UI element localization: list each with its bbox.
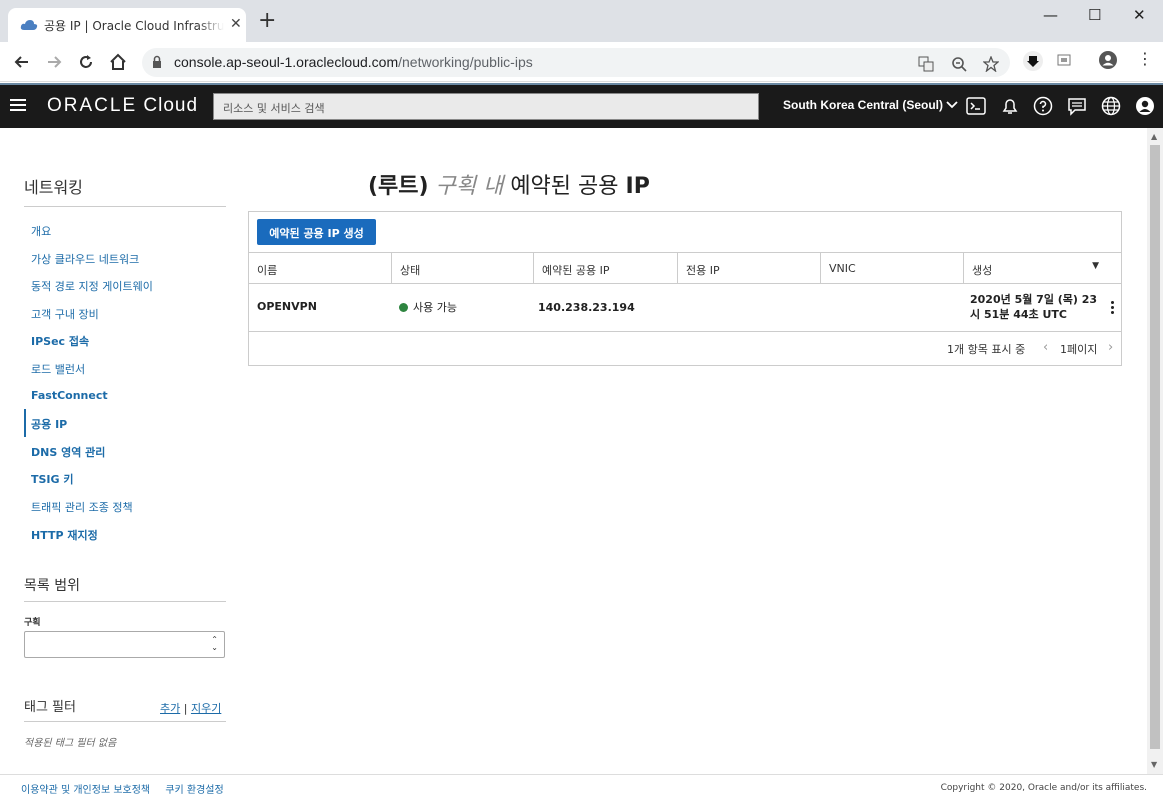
page-indicator: 1페이지: [1060, 343, 1098, 356]
list-scope-title: 목록 범위: [24, 578, 80, 594]
copyright-text: Copyright © 2020, Oracle and/or its affi…: [940, 783, 1147, 793]
extension-download-icon[interactable]: [1022, 50, 1044, 72]
divider: [24, 601, 226, 602]
compartment-label: 구획: [24, 618, 41, 628]
column-header-vnic[interactable]: VNIC: [820, 253, 963, 284]
browser-toolbar: console.ap-seoul-1.oraclecloud.com/netwo…: [0, 42, 1163, 82]
region-selector[interactable]: South Korea Central (Seoul): [783, 98, 958, 112]
sidebar-item-drg[interactable]: 동적 경로 지정 게이트웨이: [24, 271, 226, 299]
profile-icon[interactable]: [1098, 50, 1118, 70]
notifications-bell-icon[interactable]: [1000, 96, 1020, 116]
sort-descending-icon[interactable]: ▼: [1092, 261, 1099, 271]
sidebar-item-tsig[interactable]: TSIG 키: [24, 464, 226, 492]
column-header-status[interactable]: 상태: [391, 253, 533, 284]
home-icon[interactable]: [108, 52, 128, 72]
bookmark-star-icon[interactable]: [983, 56, 999, 72]
language-globe-icon[interactable]: [1101, 96, 1121, 116]
sidebar-item-ipsec[interactable]: IPSec 접속: [24, 326, 226, 354]
hamburger-menu-icon[interactable]: [10, 99, 26, 111]
zoom-icon[interactable]: [951, 56, 967, 72]
terms-privacy-link[interactable]: 이용약관 및 개인정보 보호정책: [21, 785, 150, 796]
compartment-select[interactable]: ⌃ ⌄: [24, 631, 225, 658]
column-header-name[interactable]: 이름: [249, 253, 391, 284]
help-icon[interactable]: [1033, 96, 1053, 116]
next-page-icon[interactable]: ›: [1108, 340, 1113, 355]
tag-add-link[interactable]: 추가: [160, 702, 180, 715]
sidebar-item-cpe[interactable]: 고객 구내 장비: [24, 299, 226, 327]
sidebar-item-http-redirect[interactable]: HTTP 재지정: [24, 520, 226, 548]
search-input[interactable]: 리소스 및 서비스 검색: [213, 93, 759, 120]
forward-icon[interactable]: [44, 52, 64, 72]
cloud-shell-icon[interactable]: [966, 96, 986, 116]
item-count: 1개 항목 표시 중: [947, 343, 1026, 356]
row-public-ip: 140.238.23.194: [538, 301, 635, 314]
sidebar-item-traffic-steering[interactable]: 트래픽 관리 조종 정책: [24, 492, 226, 520]
browser-tab[interactable]: 공용 IP | Oracle Cloud Infrastructure ✕: [8, 8, 246, 42]
url-text: console.ap-seoul-1.oraclecloud.com/netwo…: [174, 54, 533, 70]
status-available-icon: [399, 303, 408, 312]
browser-tab-bar: 공용 IP | Oracle Cloud Infrastructure ✕ + …: [0, 0, 1163, 42]
sidebar-nav: 개요 가상 클라우드 네트워크 동적 경로 지정 게이트웨이 고객 구내 장비 …: [24, 216, 226, 547]
row-created: 2020년 5월 7일 (목) 23 시 51분 44초 UTC: [970, 293, 1098, 321]
table-header: 이름 상태 예약된 공용 IP 전용 IP VNIC 생성 ▼: [249, 252, 1121, 284]
scroll-up-icon[interactable]: ▲: [1151, 132, 1157, 141]
divider: [24, 206, 226, 207]
minimize-icon[interactable]: —: [1043, 6, 1058, 24]
window-close-icon[interactable]: ✕: [1133, 6, 1146, 24]
previous-page-icon[interactable]: ‹: [1043, 340, 1048, 355]
cloud-icon: [20, 20, 38, 30]
cookie-preferences-link[interactable]: 쿠키 환경설정: [165, 785, 223, 796]
row-actions-kebab-icon[interactable]: [1111, 301, 1114, 316]
chevron-down-icon: [946, 101, 958, 109]
table-row: OPENVPN 사용 가능 140.238.23.194 2020년 5월 7일…: [249, 284, 1121, 332]
pagination: 1개 항목 표시 중 ‹ 1페이지 ›: [249, 333, 1121, 365]
scroll-down-icon[interactable]: ▼: [1151, 760, 1157, 769]
sidebar-item-load-balancer[interactable]: 로드 밸런서: [24, 354, 226, 382]
oracle-cloud-logo[interactable]: ORACLE Cloud: [47, 95, 198, 117]
sidebar-item-public-ip[interactable]: 공용 IP: [24, 409, 226, 437]
sidebar-item-vcn[interactable]: 가상 클라우드 네트워크: [24, 244, 226, 272]
column-header-private-ip[interactable]: 전용 IP: [677, 253, 820, 284]
divider: [24, 721, 226, 722]
row-status: 사용 가능: [399, 299, 457, 315]
tag-filter-empty: 적용된 태그 필터 없음: [24, 738, 117, 749]
tag-filter-title: 태그 필터: [24, 700, 76, 715]
sidebar-item-dns[interactable]: DNS 영역 관리: [24, 437, 226, 465]
column-header-public-ip[interactable]: 예약된 공용 IP: [533, 253, 677, 284]
extension-icon[interactable]: [1057, 54, 1071, 66]
close-tab-icon[interactable]: ✕: [230, 16, 242, 32]
page-content: 네트워킹 개요 가상 클라우드 네트워크 동적 경로 지정 게이트웨이 고객 구…: [0, 128, 1147, 774]
tab-title: 공용 IP | Oracle Cloud Infrastructure: [44, 19, 224, 33]
user-profile-icon[interactable]: [1135, 96, 1155, 116]
lock-icon: [153, 55, 161, 68]
tag-clear-link[interactable]: 지우기: [191, 702, 221, 715]
console-header: ORACLE Cloud 리소스 및 서비스 검색 South Korea Ce…: [0, 83, 1163, 128]
scrollbar-thumb[interactable]: [1150, 145, 1160, 749]
page-scrollbar[interactable]: ▲ ▼: [1147, 128, 1163, 774]
translate-icon[interactable]: [918, 56, 934, 72]
page-footer: 이용약관 및 개인정보 보호정책 쿠키 환경설정 Copyright © 202…: [0, 774, 1163, 798]
address-bar[interactable]: console.ap-seoul-1.oraclecloud.com/netwo…: [142, 48, 1010, 77]
new-tab-button[interactable]: +: [258, 10, 276, 32]
sidebar-item-overview[interactable]: 개요: [24, 216, 226, 244]
back-icon[interactable]: [12, 52, 32, 72]
browser-menu-icon[interactable]: ⋮: [1137, 51, 1153, 67]
column-header-created[interactable]: 생성 ▼: [963, 253, 1121, 284]
sidebar-item-fastconnect[interactable]: FastConnect: [24, 382, 226, 410]
public-ip-table-panel: 예약된 공용 IP 생성 이름 상태 예약된 공용 IP 전용 IP VNIC …: [248, 211, 1122, 366]
row-name[interactable]: OPENVPN: [257, 300, 317, 313]
page-title: (루트) 구획 내 예약된 공용 IP: [368, 174, 650, 199]
create-reserved-public-ip-button[interactable]: 예약된 공용 IP 생성: [257, 219, 376, 245]
tag-filter-actions: 추가 | 지우기: [160, 702, 222, 715]
sidebar-title: 네트워킹: [24, 178, 83, 197]
feedback-chat-icon[interactable]: [1067, 96, 1087, 116]
select-arrows-icon: ⌃ ⌄: [211, 635, 218, 652]
maximize-icon[interactable]: ☐: [1088, 6, 1101, 24]
reload-icon[interactable]: [76, 52, 96, 72]
